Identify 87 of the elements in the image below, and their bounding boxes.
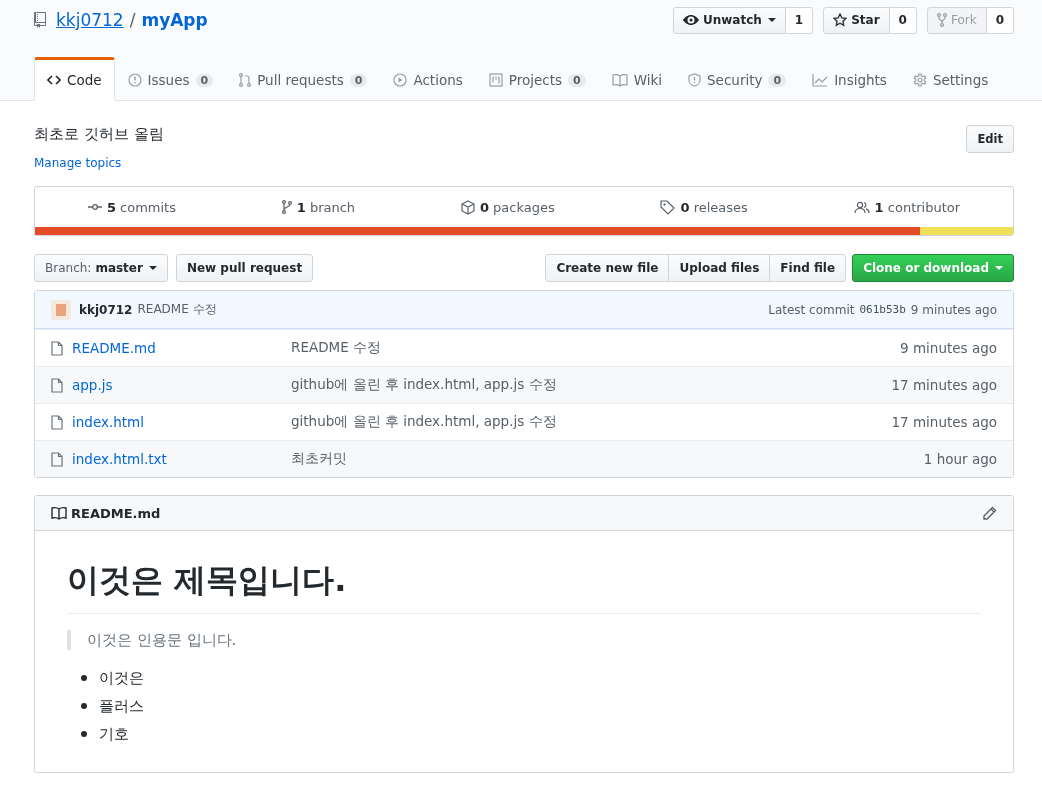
repo-tab[interactable]: Projects 0: [475, 57, 599, 101]
file-action-button[interactable]: Upload files: [668, 254, 771, 282]
author-avatar: [51, 299, 71, 320]
readme-quote: 이것은 인용문 입니다.: [87, 631, 237, 649]
package-icon: [460, 199, 475, 215]
branch-icon: [281, 200, 292, 214]
file-age: 17 minutes ago: [891, 377, 997, 393]
eye-icon: [682, 13, 699, 27]
readme-heading: 이것은 제목입니다.: [67, 559, 981, 614]
file-name-link[interactable]: app.js: [72, 377, 113, 393]
repo-tab[interactable]: Pull requests 0: [226, 57, 381, 101]
commit-age: 9 minutes ago: [910, 302, 997, 317]
bullet-icon: [81, 675, 87, 681]
file-name-link[interactable]: index.html: [72, 414, 144, 430]
summary-link[interactable]: 5 commits: [87, 199, 176, 215]
caret-icon: [767, 18, 776, 22]
repo-tab[interactable]: Insights: [799, 57, 900, 101]
play-icon: [393, 73, 408, 87]
book-icon: [611, 73, 628, 87]
commit-sha[interactable]: 061b53b: [859, 303, 906, 316]
commit-icon: [87, 202, 102, 212]
commit-author[interactable]: kkj0712: [79, 302, 133, 317]
repo-tab[interactable]: Actions: [380, 57, 476, 101]
list-item: 플러스: [99, 696, 144, 716]
latest-commit-label: Latest commit: [768, 302, 855, 317]
edit-button[interactable]: Edit: [966, 125, 1014, 153]
caret-icon: [995, 266, 1003, 270]
bullet-icon: [81, 703, 87, 709]
owner-link[interactable]: kkj0712: [56, 10, 124, 30]
file-icon: [51, 451, 63, 467]
code-icon: [47, 74, 61, 86]
caret-icon: [148, 266, 157, 270]
star-icon: [833, 13, 848, 27]
file-action-button[interactable]: Create new file: [545, 254, 670, 282]
file-action-button[interactable]: Find file: [769, 254, 847, 282]
file-commit-message[interactable]: github에 올린 후 index.html, app.js 수정: [291, 413, 892, 431]
shield-icon: [688, 73, 702, 87]
repo-tab[interactable]: Issues 0: [114, 57, 227, 101]
tab-counter: 0: [768, 73, 787, 87]
tab-counter: 0: [568, 73, 586, 87]
settings-icon: [912, 73, 927, 87]
file-name-link[interactable]: index.html.txt: [72, 451, 167, 467]
file-commit-message[interactable]: README 수정: [291, 339, 901, 357]
file-age: 9 minutes ago: [900, 340, 997, 356]
tab-counter: 0: [349, 73, 368, 87]
graph-icon: [812, 73, 829, 87]
issue-icon: [127, 73, 142, 87]
star-count[interactable]: 0: [889, 6, 917, 34]
repo-tab[interactable]: Settings: [899, 57, 1002, 101]
book-icon: [51, 506, 67, 520]
file-commit-message[interactable]: 최초커밋: [291, 450, 924, 468]
file-icon: [51, 340, 63, 356]
repository-icon: [34, 12, 46, 28]
list-item: 이것은: [99, 668, 144, 688]
file-age: 1 hour ago: [923, 451, 997, 467]
summary-link[interactable]: 0 packages: [460, 199, 555, 215]
project-board-icon: [488, 73, 503, 87]
file-icon: [51, 414, 63, 430]
file-icon: [51, 377, 63, 393]
commit-message[interactable]: README 수정: [137, 301, 217, 318]
bullet-icon: [81, 731, 87, 737]
branch-select[interactable]: Branch: master: [34, 254, 168, 282]
watch-button[interactable]: Unwatch: [672, 6, 786, 34]
pencil-icon[interactable]: [982, 505, 997, 521]
star-button[interactable]: Star: [823, 6, 890, 34]
tab-counter: 0: [195, 73, 214, 87]
manage-topics-link[interactable]: Manage topics: [34, 156, 164, 170]
list-item: 기호: [99, 724, 129, 744]
summary-link[interactable]: 1 branch: [281, 199, 356, 215]
fork-icon: [936, 13, 947, 27]
file-name-link[interactable]: README.md: [72, 340, 156, 356]
summary-link[interactable]: 0 releases: [660, 199, 748, 215]
repo-tab[interactable]: Code: [34, 57, 115, 101]
repo-description: 최초로 깃허브 올림: [34, 125, 164, 144]
readme-filename: README.md: [71, 505, 161, 521]
file-commit-message[interactable]: github에 올린 후 index.html, app.js 수정: [291, 376, 892, 394]
repo-tab[interactable]: Security 0: [675, 57, 800, 101]
pull-request-icon: [239, 73, 252, 87]
repo-name-link[interactable]: myApp: [141, 10, 208, 30]
new-pull-request-button[interactable]: New pull request: [175, 254, 314, 282]
file-age: 17 minutes ago: [891, 414, 997, 430]
tag-icon: [660, 199, 676, 215]
repo-tab[interactable]: Wiki: [598, 57, 676, 101]
people-icon: [853, 200, 870, 214]
path-separator: /: [129, 10, 136, 30]
summary-link[interactable]: 1 contributor: [853, 199, 961, 215]
watch-count[interactable]: 1: [785, 6, 814, 34]
